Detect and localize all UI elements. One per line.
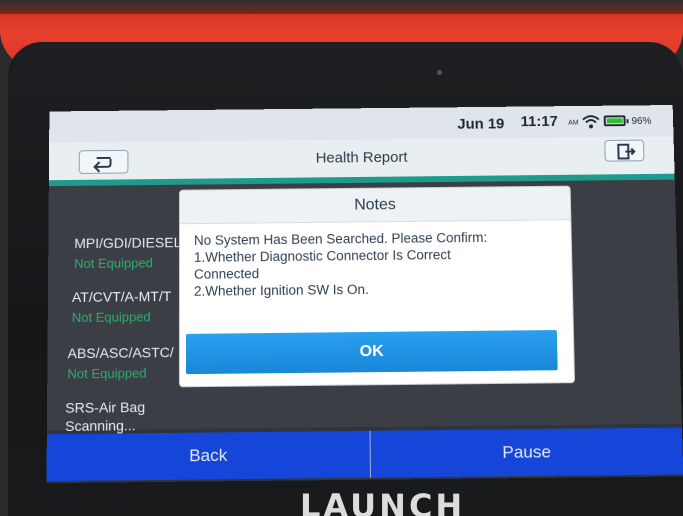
pause-button[interactable]: Pause — [371, 428, 683, 478]
battery-icon — [603, 115, 629, 127]
title-bar: Health Report — [48, 136, 675, 181]
page-title: Health Report — [315, 148, 408, 167]
back-button[interactable]: Back — [46, 431, 370, 481]
exit-button[interactable] — [604, 139, 645, 163]
notes-dialog: Notes No System Has Been Searched. Pleas… — [179, 186, 575, 387]
battery-percent: 96% — [631, 116, 652, 127]
ok-button[interactable]: OK — [185, 330, 558, 375]
system-name[interactable]: AT/CVT/A-MT/T — [72, 288, 171, 305]
exit-icon — [605, 141, 645, 163]
case-edge — [0, 0, 683, 14]
system-status: Scanning... — [65, 417, 136, 435]
system-status: Not Equipped — [67, 365, 147, 382]
camera-icon — [437, 70, 442, 75]
dialog-line: 2.Whether Ignition SW Is On. — [193, 281, 369, 299]
device-screen: Jun 19 11:17 AM 96% Health Report MPI/GD… — [46, 105, 683, 484]
bottom-action-bar: Back Pause — [46, 427, 683, 482]
status-time-suffix: AM — [568, 119, 579, 127]
status-date: Jun 19 — [457, 115, 505, 133]
system-status: Not Equipped — [71, 309, 151, 326]
system-status: Not Equipped — [74, 255, 153, 272]
status-time: 11:17 — [520, 113, 558, 131]
dialog-title: Notes — [180, 186, 571, 225]
wifi-icon — [582, 114, 600, 129]
dialog-message: No System Has Been Searched. Please Conf… — [194, 228, 564, 300]
system-name[interactable]: ABS/ASC/ASTC/ — [68, 344, 174, 361]
device-brand-logo: LAUNCH — [300, 488, 466, 516]
system-name[interactable]: MPI/GDI/DIESEL — [74, 234, 181, 251]
system-name[interactable]: SRS-Air Bag — [65, 399, 145, 416]
